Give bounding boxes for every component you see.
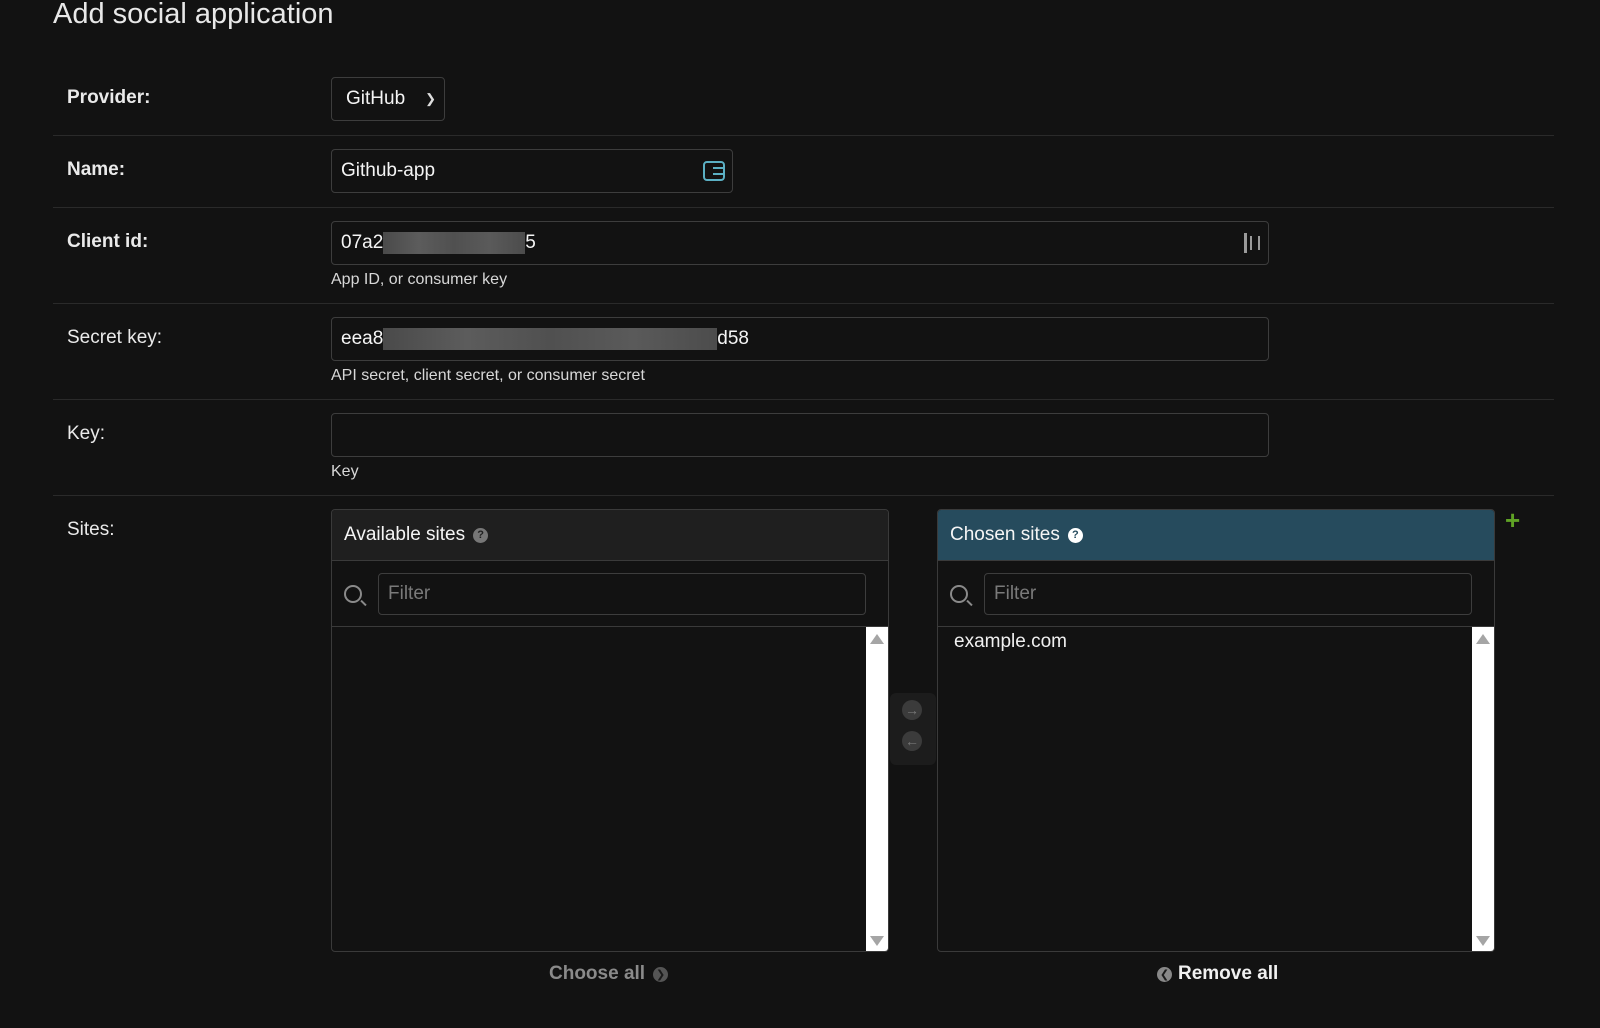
remove-all-button[interactable]: ❮ Remove all bbox=[1157, 963, 1278, 985]
chosen-sites-box: Chosen sites ? example.com bbox=[937, 509, 1495, 952]
chosen-sites-list[interactable]: example.com bbox=[938, 627, 1494, 951]
client-id-help: App ID, or consumer key bbox=[331, 271, 508, 288]
add-related-icon[interactable]: + bbox=[1505, 507, 1520, 533]
chevron-right-icon: ❯ bbox=[653, 966, 669, 982]
secret-key-label: Secret key: bbox=[67, 327, 163, 348]
available-sites-header: Available sites ? bbox=[332, 510, 888, 561]
client-id-label: Client id: bbox=[67, 231, 149, 252]
client-id-row: Client id: 07a2 5 App ID, or consumer key bbox=[53, 208, 1554, 304]
key-label: Key: bbox=[67, 423, 106, 444]
scroll-down-icon[interactable] bbox=[870, 936, 884, 946]
choose-all-label: Choose all bbox=[549, 963, 646, 984]
choose-all-button[interactable]: Choose all ❯ bbox=[549, 963, 669, 985]
available-sites-list[interactable] bbox=[332, 627, 888, 951]
key-field[interactable] bbox=[331, 413, 1269, 457]
secret-key-help: API secret, client secret, or consumer s… bbox=[331, 367, 645, 384]
available-filter-row bbox=[332, 561, 888, 627]
secret-key-value-suffix: d58 bbox=[717, 328, 749, 349]
search-icon bbox=[344, 584, 362, 603]
scroll-up-icon[interactable] bbox=[870, 634, 884, 644]
provider-select[interactable]: GitHub ❯ bbox=[331, 77, 445, 121]
redacted-block bbox=[383, 328, 718, 350]
selector-arrows: → ← bbox=[890, 693, 936, 765]
provider-row: Provider: GitHub ❯ bbox=[53, 64, 1554, 136]
provider-selected-value: GitHub bbox=[346, 88, 406, 109]
chosen-filter-row bbox=[938, 561, 1494, 627]
secret-key-field[interactable]: eea8 d58 bbox=[331, 317, 1269, 361]
arrow-right-icon[interactable]: → bbox=[902, 700, 922, 720]
scrollbar[interactable] bbox=[866, 627, 888, 951]
chevron-down-icon: ❯ bbox=[425, 91, 436, 106]
available-sites-title: Available sites bbox=[344, 524, 466, 545]
available-filter-input[interactable] bbox=[378, 572, 866, 615]
chosen-sites-title: Chosen sites bbox=[950, 524, 1060, 545]
secret-key-value-prefix: eea8 bbox=[341, 328, 384, 349]
remove-all-label: Remove all bbox=[1178, 963, 1279, 984]
chevron-left-icon: ❮ bbox=[1157, 966, 1172, 982]
help-icon[interactable]: ? bbox=[1067, 527, 1083, 543]
chosen-filter-input[interactable] bbox=[984, 572, 1472, 615]
name-label: Name: bbox=[67, 159, 126, 180]
autofill-icon[interactable] bbox=[1244, 233, 1260, 253]
scrollbar[interactable] bbox=[1472, 627, 1494, 951]
list-item[interactable]: example.com bbox=[938, 627, 1494, 657]
available-sites-box: Available sites ? bbox=[331, 509, 889, 952]
chosen-sites-header: Chosen sites ? bbox=[938, 510, 1494, 561]
name-field[interactable]: Github-app bbox=[331, 149, 733, 193]
provider-label: Provider: bbox=[67, 87, 151, 108]
help-icon[interactable]: ? bbox=[473, 527, 489, 543]
page-title: Add social application bbox=[53, 0, 334, 30]
sites-label: Sites: bbox=[67, 519, 115, 540]
arrow-left-icon[interactable]: ← bbox=[902, 731, 922, 751]
client-id-value-suffix: 5 bbox=[525, 232, 536, 253]
sites-row: Sites: Available sites ? Filter → ← Chos… bbox=[53, 496, 1554, 1011]
name-row: Name: Github-app bbox=[53, 136, 1554, 208]
scroll-down-icon[interactable] bbox=[1476, 936, 1490, 946]
client-id-value-prefix: 07a2 bbox=[341, 232, 384, 253]
password-manager-icon[interactable] bbox=[703, 161, 725, 181]
client-id-field[interactable]: 07a2 5 bbox=[331, 221, 1269, 265]
redacted-block bbox=[383, 232, 526, 254]
name-value: Github-app bbox=[341, 160, 436, 181]
key-help: Key bbox=[331, 463, 359, 480]
sites-selector: Available sites ? → bbox=[331, 507, 1554, 997]
social-app-form: Provider: GitHub ❯ Name: Github-app Clie… bbox=[53, 64, 1554, 1011]
search-icon bbox=[950, 584, 968, 603]
scroll-up-icon[interactable] bbox=[1476, 634, 1490, 644]
key-row: Key: Key bbox=[53, 400, 1554, 496]
secret-key-row: Secret key: eea8 d58 API secret, client s… bbox=[53, 304, 1554, 400]
